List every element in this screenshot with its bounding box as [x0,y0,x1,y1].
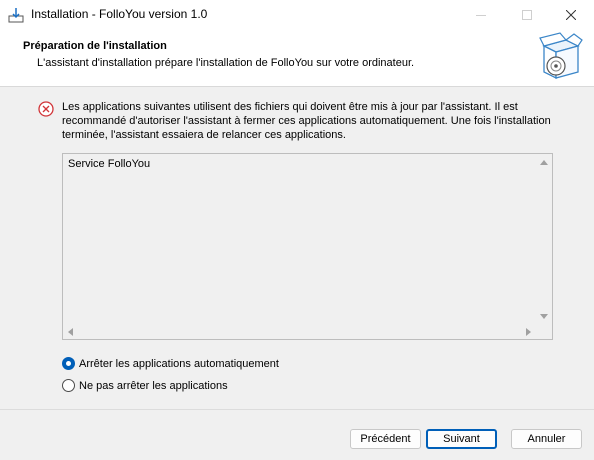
next-button[interactable]: Suivant [426,429,497,449]
option-keep-apps-label[interactable]: Ne pas arrêter les applications [79,380,228,392]
error-icon [38,101,54,117]
scroll-left-icon[interactable] [68,328,73,336]
close-icon [566,10,576,20]
title-bar: Installation - FolloYou version 1.0 [0,0,594,30]
installer-icon [8,8,24,23]
back-button[interactable]: Précédent [350,429,421,449]
applications-list[interactable]: Service FolloYou [62,153,553,340]
wizard-header: Préparation de l'installation L'assistan… [0,30,594,86]
option-close-apps[interactable]: Arrêter les applications automatiquement [62,357,279,370]
page-subtitle: L'assistant d'installation prépare l'ins… [37,57,415,69]
close-button[interactable] [548,0,594,30]
window-title: Installation - FolloYou version 1.0 [31,7,208,21]
setup-box-icon [539,32,583,80]
page-title: Préparation de l'installation [23,40,167,52]
horizontal-scrollbar[interactable] [63,324,537,339]
scroll-up-icon[interactable] [540,160,548,165]
cancel-button[interactable]: Annuler [511,429,582,449]
wizard-body: Les applications suivantes utilisent des… [0,87,594,409]
warning-message: Les applications suivantes utilisent des… [62,101,551,141]
vertical-scrollbar[interactable] [537,154,552,339]
minimize-button[interactable] [458,0,504,30]
option-close-apps-label[interactable]: Arrêter les applications automatiquement [79,358,279,370]
wizard-footer: Précédent Suivant Annuler [0,410,594,460]
radio-unselected-icon[interactable] [62,379,75,392]
maximize-button[interactable] [504,0,550,30]
option-keep-apps[interactable]: Ne pas arrêter les applications [62,379,228,392]
maximize-icon [522,10,532,20]
list-item[interactable]: Service FolloYou [68,158,150,170]
scroll-down-icon[interactable] [540,314,548,319]
minimize-icon [476,14,486,16]
radio-selected-icon[interactable] [62,357,75,370]
scroll-right-icon[interactable] [526,328,531,336]
